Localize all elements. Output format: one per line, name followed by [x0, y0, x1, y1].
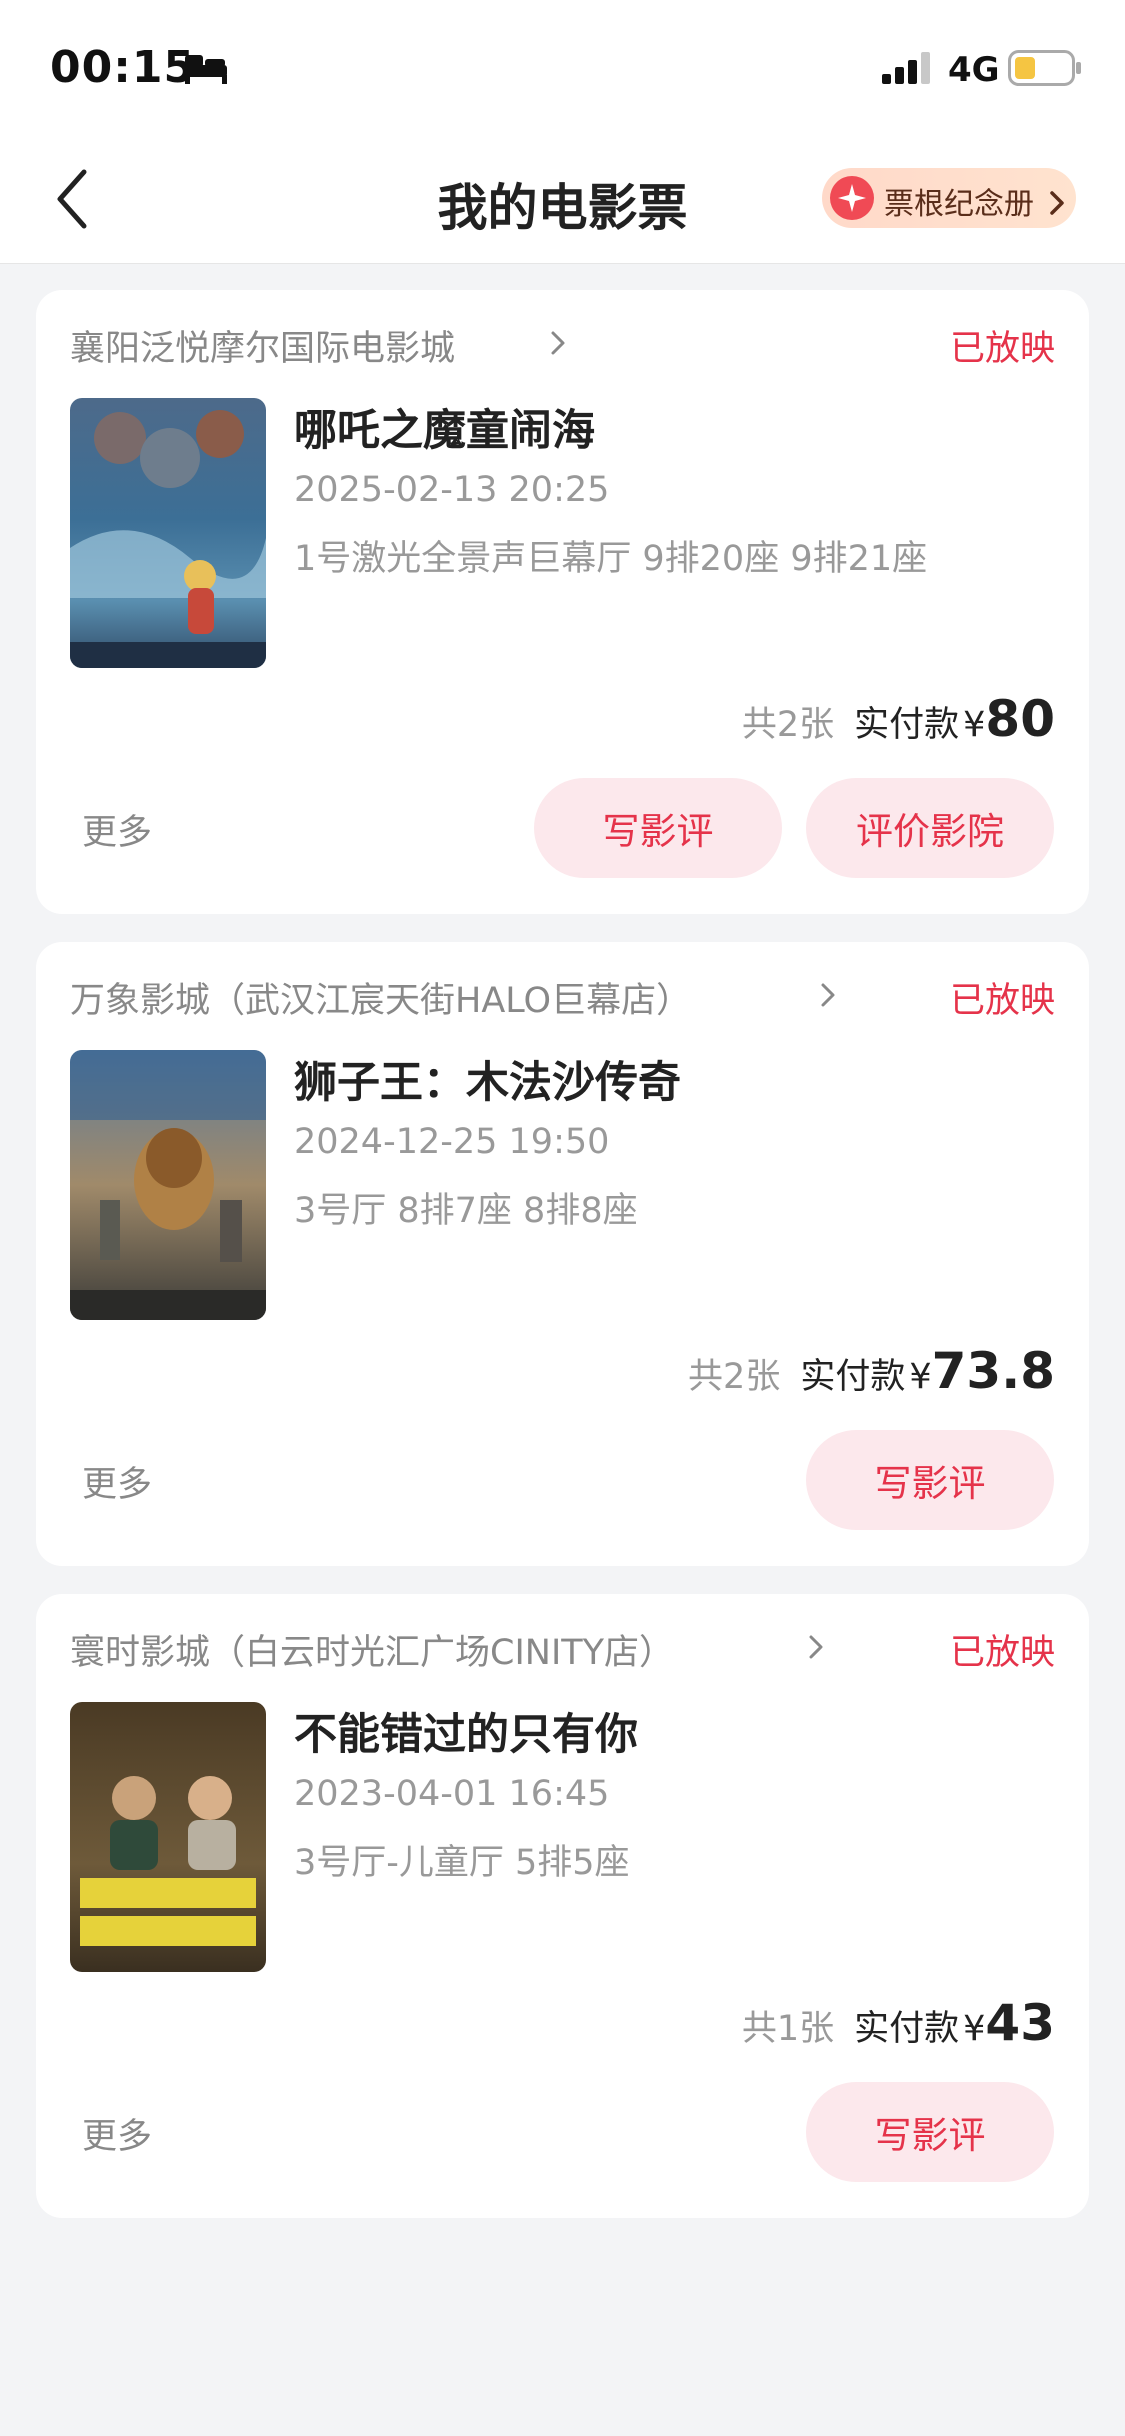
show-time: 2023-04-01 16:45 — [294, 1774, 610, 1814]
movie-poster[interactable] — [70, 1050, 266, 1320]
price-row: 共2张 实付款 ¥ 73.8 — [688, 1342, 1055, 1402]
cinema-row[interactable]: 寰时影城（白云时光汇广场CINITY店） — [70, 1624, 1030, 1674]
ticket-count: 共2张 — [741, 705, 835, 745]
chevron-right-icon — [1049, 191, 1064, 215]
ticket-count: 共1张 — [741, 2009, 835, 2049]
movie-poster[interactable] — [70, 1702, 266, 1972]
status-badge: 已放映 — [949, 1633, 1055, 1673]
currency-symbol: ¥ — [963, 2009, 986, 2049]
seat-info: 3号厅 8排7座 8排8座 — [294, 1191, 638, 1231]
battery-icon — [1008, 50, 1081, 86]
paid-label: 实付款 — [800, 1357, 906, 1397]
seat-info: 1号激光全景声巨幕厅 9排20座 9排21座 — [294, 539, 928, 579]
cinema-row[interactable]: 万象影城（武汉江宸天街HALO巨幕店） — [70, 972, 1030, 1022]
seat-info: 3号厅-儿童厅 5排5座 — [294, 1843, 630, 1883]
chevron-right-icon — [809, 1635, 823, 1659]
more-button[interactable]: 更多 — [82, 804, 152, 855]
currency-symbol: ¥ — [963, 705, 986, 745]
currency-symbol: ¥ — [909, 1357, 932, 1397]
price-amount: 43 — [985, 1994, 1055, 2052]
network-label: 4G — [948, 50, 1000, 90]
bed-icon — [185, 55, 227, 84]
write-review-button[interactable]: 写影评 — [806, 1430, 1054, 1530]
ticket-card[interactable]: 万象影城（武汉江宸天街HALO巨幕店） 已放映 狮子王：木法沙传奇 2024-1… — [36, 942, 1089, 1566]
status-badge: 已放映 — [949, 329, 1055, 369]
ticket-card[interactable]: 襄阳泛悦摩尔国际电影城 已放映 哪吒之魔童闹海 2025-02-13 20:25… — [36, 290, 1089, 914]
more-button[interactable]: 更多 — [82, 2108, 152, 2159]
paid-label: 实付款 — [854, 705, 960, 745]
ticket-card[interactable]: 寰时影城（白云时光汇广场CINITY店） 已放映 不能错过的只有你 2023-0… — [36, 1594, 1089, 2218]
nav-bar: 我的电影票 票根纪念册 — [0, 134, 1125, 264]
cinema-name[interactable]: 襄阳泛悦摩尔国际电影城 — [70, 320, 455, 371]
price-row: 共1张 实付款 ¥ 43 — [742, 1994, 1055, 2054]
sparkle-icon — [830, 176, 874, 220]
movie-title: 狮子王：木法沙传奇 — [294, 1058, 681, 1108]
signal-icon — [882, 52, 930, 84]
stub-album-button[interactable]: 票根纪念册 — [822, 168, 1076, 228]
chevron-right-icon — [821, 983, 835, 1007]
show-time: 2025-02-13 20:25 — [294, 470, 610, 510]
price-amount: 73.8 — [931, 1342, 1055, 1400]
paid-label: 实付款 — [854, 2009, 960, 2049]
price-row: 共2张 实付款 ¥ 80 — [742, 690, 1055, 750]
write-review-button[interactable]: 写影评 — [534, 778, 782, 878]
stub-album-label: 票根纪念册 — [884, 179, 1066, 223]
rate-cinema-button[interactable]: 评价影院 — [806, 778, 1054, 878]
price-amount: 80 — [985, 690, 1055, 748]
chevron-right-icon — [551, 331, 565, 355]
movie-poster[interactable] — [70, 398, 266, 668]
cinema-name[interactable]: 寰时影城（白云时光汇广场CINITY店） — [70, 1624, 674, 1675]
cinema-row[interactable]: 襄阳泛悦摩尔国际电影城 — [70, 320, 1030, 370]
ticket-count: 共2张 — [688, 1357, 781, 1397]
write-review-button[interactable]: 写影评 — [806, 2082, 1054, 2182]
status-bar: 00:15 4G — [0, 0, 1125, 134]
status-time: 00:15 — [50, 42, 196, 93]
show-time: 2024-12-25 19:50 — [294, 1122, 610, 1162]
movie-title: 哪吒之魔童闹海 — [294, 406, 595, 456]
more-button[interactable]: 更多 — [82, 1456, 152, 1507]
cinema-name[interactable]: 万象影城（武汉江宸天街HALO巨幕店） — [70, 972, 691, 1023]
movie-title: 不能错过的只有你 — [294, 1710, 638, 1760]
status-badge: 已放映 — [949, 981, 1055, 1021]
